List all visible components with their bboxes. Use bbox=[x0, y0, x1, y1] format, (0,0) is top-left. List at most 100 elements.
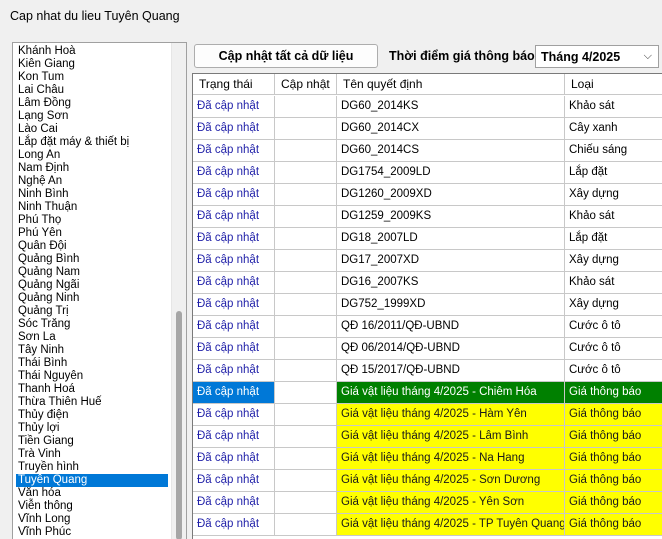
month-select[interactable]: Tháng 4/2025 ⌵ bbox=[535, 45, 659, 68]
update-cell[interactable] bbox=[275, 140, 337, 162]
type-cell[interactable]: Cước ô tô bbox=[565, 338, 662, 360]
update-cell[interactable] bbox=[275, 404, 337, 426]
decision-name-cell[interactable]: Giá vật liệu tháng 4/2025 - Sơn Dương bbox=[337, 470, 565, 492]
table-row[interactable]: Đã cập nhật Giá vật liệu tháng 4/2025 - S… bbox=[193, 470, 662, 492]
table-row[interactable]: Đã cập nhật DG60_2014CS Chiếu sáng bbox=[193, 140, 662, 162]
table-row[interactable]: Đã cập nhật DG18_2007LD Lắp đặt bbox=[193, 228, 662, 250]
status-cell[interactable]: Đã cập nhật bbox=[193, 184, 275, 206]
update-cell[interactable] bbox=[275, 382, 337, 404]
decision-name-cell[interactable]: Giá vật liệu tháng 4/2025 - Hàm Yên bbox=[337, 404, 565, 426]
table-row[interactable]: Đã cập nhật Giá vật liệu tháng 4/2025 - H… bbox=[193, 404, 662, 426]
table-row[interactable]: Đã cập nhật DG60_2014CX Cây xanh bbox=[193, 118, 662, 140]
column-header-status[interactable]: Trạng thái bbox=[193, 74, 275, 95]
update-cell[interactable] bbox=[275, 514, 337, 536]
status-cell[interactable]: Đã cập nhật bbox=[193, 206, 275, 228]
status-cell[interactable]: Đã cập nhật bbox=[193, 382, 275, 404]
province-list-item[interactable]: Thừa Thiên Huế bbox=[16, 396, 168, 409]
update-cell[interactable] bbox=[275, 206, 337, 228]
update-cell[interactable] bbox=[275, 162, 337, 184]
decisions-grid[interactable]: Trạng thái Cập nhật Tên quyết định Loại … bbox=[192, 73, 662, 539]
decision-name-cell[interactable]: DG752_1999XD bbox=[337, 294, 565, 316]
type-cell[interactable]: Chiếu sáng bbox=[565, 140, 662, 162]
type-cell[interactable]: Khảo sát bbox=[565, 96, 662, 118]
status-cell[interactable]: Đã cập nhật bbox=[193, 514, 275, 536]
province-list[interactable]: Khánh Hoà Kiên Giang Kon Tum Lai Châu Lâm Đồ… bbox=[12, 42, 187, 539]
status-cell[interactable]: Đã cập nhật bbox=[193, 250, 275, 272]
update-cell[interactable] bbox=[275, 228, 337, 250]
update-cell[interactable] bbox=[275, 294, 337, 316]
province-list-item[interactable]: Quân Đội bbox=[16, 240, 168, 253]
update-cell[interactable] bbox=[275, 96, 337, 118]
status-cell[interactable]: Đã cập nhật bbox=[193, 448, 275, 470]
table-row[interactable]: Đã cập nhật QĐ 16/2011/QĐ-UBND Cước ô tô bbox=[193, 316, 662, 338]
province-list-item[interactable]: Văn hóa bbox=[16, 487, 168, 500]
decision-name-cell[interactable]: QĐ 15/2017/QĐ-UBND bbox=[337, 360, 565, 382]
decision-name-cell[interactable]: Giá vật liệu tháng 4/2025 - Lâm Bình bbox=[337, 426, 565, 448]
type-cell[interactable]: Lắp đặt bbox=[565, 228, 662, 250]
table-row[interactable]: Đã cập nhật QĐ 06/2014/QĐ-UBND Cước ô tô bbox=[193, 338, 662, 360]
province-list-item[interactable]: Thủy lợi bbox=[16, 422, 168, 435]
province-list-item[interactable]: Thanh Hoá bbox=[16, 383, 168, 396]
province-list-item[interactable]: Phú Thọ bbox=[16, 214, 168, 227]
status-cell[interactable]: Đã cập nhật bbox=[193, 96, 275, 118]
decision-name-cell[interactable]: DG1754_2009LD bbox=[337, 162, 565, 184]
province-list-item[interactable]: Thủy điện bbox=[16, 409, 168, 422]
table-row[interactable]: Đã cập nhật Giá vật liệu tháng 4/2025 - C… bbox=[193, 382, 662, 404]
update-cell[interactable] bbox=[275, 360, 337, 382]
table-row[interactable]: Đã cập nhật DG17_2007XD Xây dựng bbox=[193, 250, 662, 272]
status-cell[interactable]: Đã cập nhật bbox=[193, 162, 275, 184]
decision-name-cell[interactable]: DG18_2007LD bbox=[337, 228, 565, 250]
table-row[interactable]: Đã cập nhật DG60_2014KS Khảo sát bbox=[193, 96, 662, 118]
scrollbar-thumb[interactable] bbox=[176, 311, 182, 539]
province-list-item[interactable]: Nghệ An bbox=[16, 175, 168, 188]
decision-name-cell[interactable]: DG60_2014CX bbox=[337, 118, 565, 140]
update-cell[interactable] bbox=[275, 492, 337, 514]
column-header-name[interactable]: Tên quyết định bbox=[337, 74, 565, 95]
province-list-item[interactable]: Vĩnh Long bbox=[16, 513, 168, 526]
type-cell[interactable]: Cước ô tô bbox=[565, 316, 662, 338]
decision-name-cell[interactable]: DG16_2007KS bbox=[337, 272, 565, 294]
province-list-item[interactable]: Sóc Trăng bbox=[16, 318, 168, 331]
update-cell[interactable] bbox=[275, 316, 337, 338]
status-cell[interactable]: Đã cập nhật bbox=[193, 294, 275, 316]
table-row[interactable]: Đã cập nhật DG16_2007KS Khảo sát bbox=[193, 272, 662, 294]
type-cell[interactable]: Khảo sát bbox=[565, 272, 662, 294]
province-list-item[interactable]: Trà Vinh bbox=[16, 448, 168, 461]
status-cell[interactable]: Đã cập nhật bbox=[193, 272, 275, 294]
status-cell[interactable]: Đã cập nhật bbox=[193, 338, 275, 360]
province-list-item[interactable]: Khánh Hoà bbox=[16, 45, 168, 58]
update-cell[interactable] bbox=[275, 250, 337, 272]
province-list-item[interactable]: Lắp đặt máy & thiết bị bbox=[16, 136, 168, 149]
province-list-item[interactable]: Quảng Ngãi bbox=[16, 279, 168, 292]
status-cell[interactable]: Đã cập nhật bbox=[193, 140, 275, 162]
status-cell[interactable]: Đã cập nhật bbox=[193, 404, 275, 426]
update-cell[interactable] bbox=[275, 448, 337, 470]
province-list-item[interactable]: Lào Cai bbox=[16, 123, 168, 136]
update-cell[interactable] bbox=[275, 426, 337, 448]
type-cell[interactable]: Xây dựng bbox=[565, 184, 662, 206]
province-list-item[interactable]: Tuyên Quang bbox=[16, 474, 168, 487]
type-cell[interactable]: Giá thông báo bbox=[565, 404, 662, 426]
decision-name-cell[interactable]: DG60_2014CS bbox=[337, 140, 565, 162]
province-list-item[interactable]: Quảng Nam bbox=[16, 266, 168, 279]
type-cell[interactable]: Cước ô tô bbox=[565, 360, 662, 382]
decision-name-cell[interactable]: Giá vật liệu tháng 4/2025 - Yên Sơn bbox=[337, 492, 565, 514]
type-cell[interactable]: Giá thông báo bbox=[565, 514, 662, 536]
status-cell[interactable]: Đã cập nhật bbox=[193, 118, 275, 140]
table-row[interactable]: Đã cập nhật Giá vật liệu tháng 4/2025 - Y… bbox=[193, 492, 662, 514]
type-cell[interactable]: Giá thông báo bbox=[565, 470, 662, 492]
update-cell[interactable] bbox=[275, 470, 337, 492]
decision-name-cell[interactable]: DG17_2007XD bbox=[337, 250, 565, 272]
update-cell[interactable] bbox=[275, 272, 337, 294]
province-list-item[interactable]: Lai Châu bbox=[16, 84, 168, 97]
update-cell[interactable] bbox=[275, 184, 337, 206]
province-list-item[interactable]: Truyền hình bbox=[16, 461, 168, 474]
table-row[interactable]: Đã cập nhật QĐ 15/2017/QĐ-UBND Cước ô tô bbox=[193, 360, 662, 382]
type-cell[interactable]: Cây xanh bbox=[565, 118, 662, 140]
type-cell[interactable]: Xây dựng bbox=[565, 250, 662, 272]
province-list-item[interactable]: Viễn thông bbox=[16, 500, 168, 513]
province-list-item[interactable]: Sơn La bbox=[16, 331, 168, 344]
type-cell[interactable]: Khảo sát bbox=[565, 206, 662, 228]
province-list-item[interactable]: Ninh Bình bbox=[16, 188, 168, 201]
decision-name-cell[interactable]: Giá vật liệu tháng 4/2025 - Na Hang bbox=[337, 448, 565, 470]
